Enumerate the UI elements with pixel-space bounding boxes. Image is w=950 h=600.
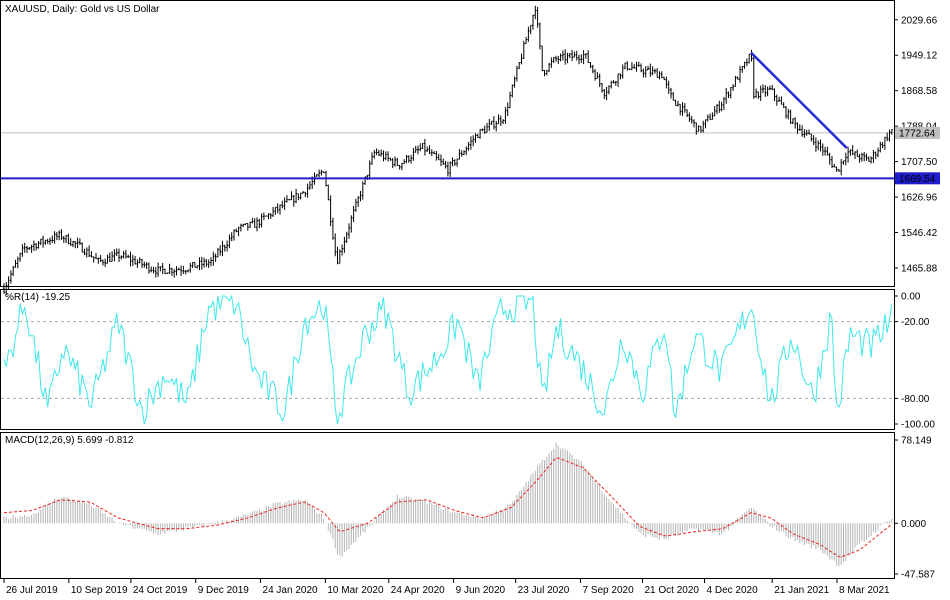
price-axis-label: 1868.58 xyxy=(901,86,938,97)
wpr-axis-label: -80.00 xyxy=(901,394,930,405)
macd-panel-title: MACD(12,26,9) 5.699 -0.812 xyxy=(5,435,134,446)
wpr-axis-label: -20.00 xyxy=(901,317,930,328)
wpr-axis-label: -100.00 xyxy=(901,420,935,431)
price-panel-frame xyxy=(0,0,895,287)
time-axis: 26 Jul 2019 10 Sep 2019 24 Oct 2019 9 Dec 2… xyxy=(3,579,890,596)
macd-axis-label: 0.000 xyxy=(901,519,926,530)
price-axis: 2029.661949.121868.581788.041707.501626.… xyxy=(894,15,940,275)
wpr-axis-label: 0.00 xyxy=(901,292,921,303)
current-price-label: 1772.64 xyxy=(899,128,936,139)
price-axis-label: 2029.66 xyxy=(901,15,938,26)
time-axis-label: 7 Sep 2020 xyxy=(582,585,634,596)
time-axis-label: 24 Jan 2020 xyxy=(263,585,318,596)
macd-axis: 78.149 0.000 -47.587 xyxy=(894,436,935,581)
time-axis-label: 9 Dec 2019 xyxy=(198,585,250,596)
time-axis-label: 10 Sep 2019 xyxy=(71,585,128,596)
price-axis-label: 1949.12 xyxy=(901,51,938,62)
time-axis-label: 9 Jun 2020 xyxy=(456,585,506,596)
wpr-axis: 0.00 -20.00 -80.00 -100.00 xyxy=(894,292,935,431)
macd-panel-frame xyxy=(0,432,895,579)
price-axis-label: 1707.50 xyxy=(901,157,938,168)
chart-window: XAUUSD, Daily: Gold vs US Dollar 2029.66… xyxy=(0,0,940,596)
macd-axis-label: 78.149 xyxy=(901,436,932,447)
support-price-label: 1669.54 xyxy=(899,174,936,185)
price-axis-label: 1626.96 xyxy=(901,193,938,204)
time-axis-label: 26 Jul 2019 xyxy=(6,585,58,596)
price-axis-label: 1465.88 xyxy=(901,264,938,275)
time-axis-label: 24 Apr 2020 xyxy=(391,585,445,596)
time-axis-label: 8 Mar 2021 xyxy=(839,585,890,596)
wpr-panel-title: %R(14) -19.25 xyxy=(5,292,70,303)
time-axis-label: 24 Oct 2019 xyxy=(133,585,188,596)
price-axis-label: 1546.42 xyxy=(901,228,938,239)
price-panel-title: XAUUSD, Daily: Gold vs US Dollar xyxy=(5,4,160,15)
time-axis-label: 10 Mar 2020 xyxy=(327,585,384,596)
time-axis-label: 4 Dec 2020 xyxy=(707,585,759,596)
macd-axis-label: -47.587 xyxy=(901,570,935,581)
time-axis-label: 21 Oct 2020 xyxy=(645,585,700,596)
time-axis-label: 21 Jan 2021 xyxy=(774,585,829,596)
time-axis-label: 23 Jul 2020 xyxy=(518,585,570,596)
